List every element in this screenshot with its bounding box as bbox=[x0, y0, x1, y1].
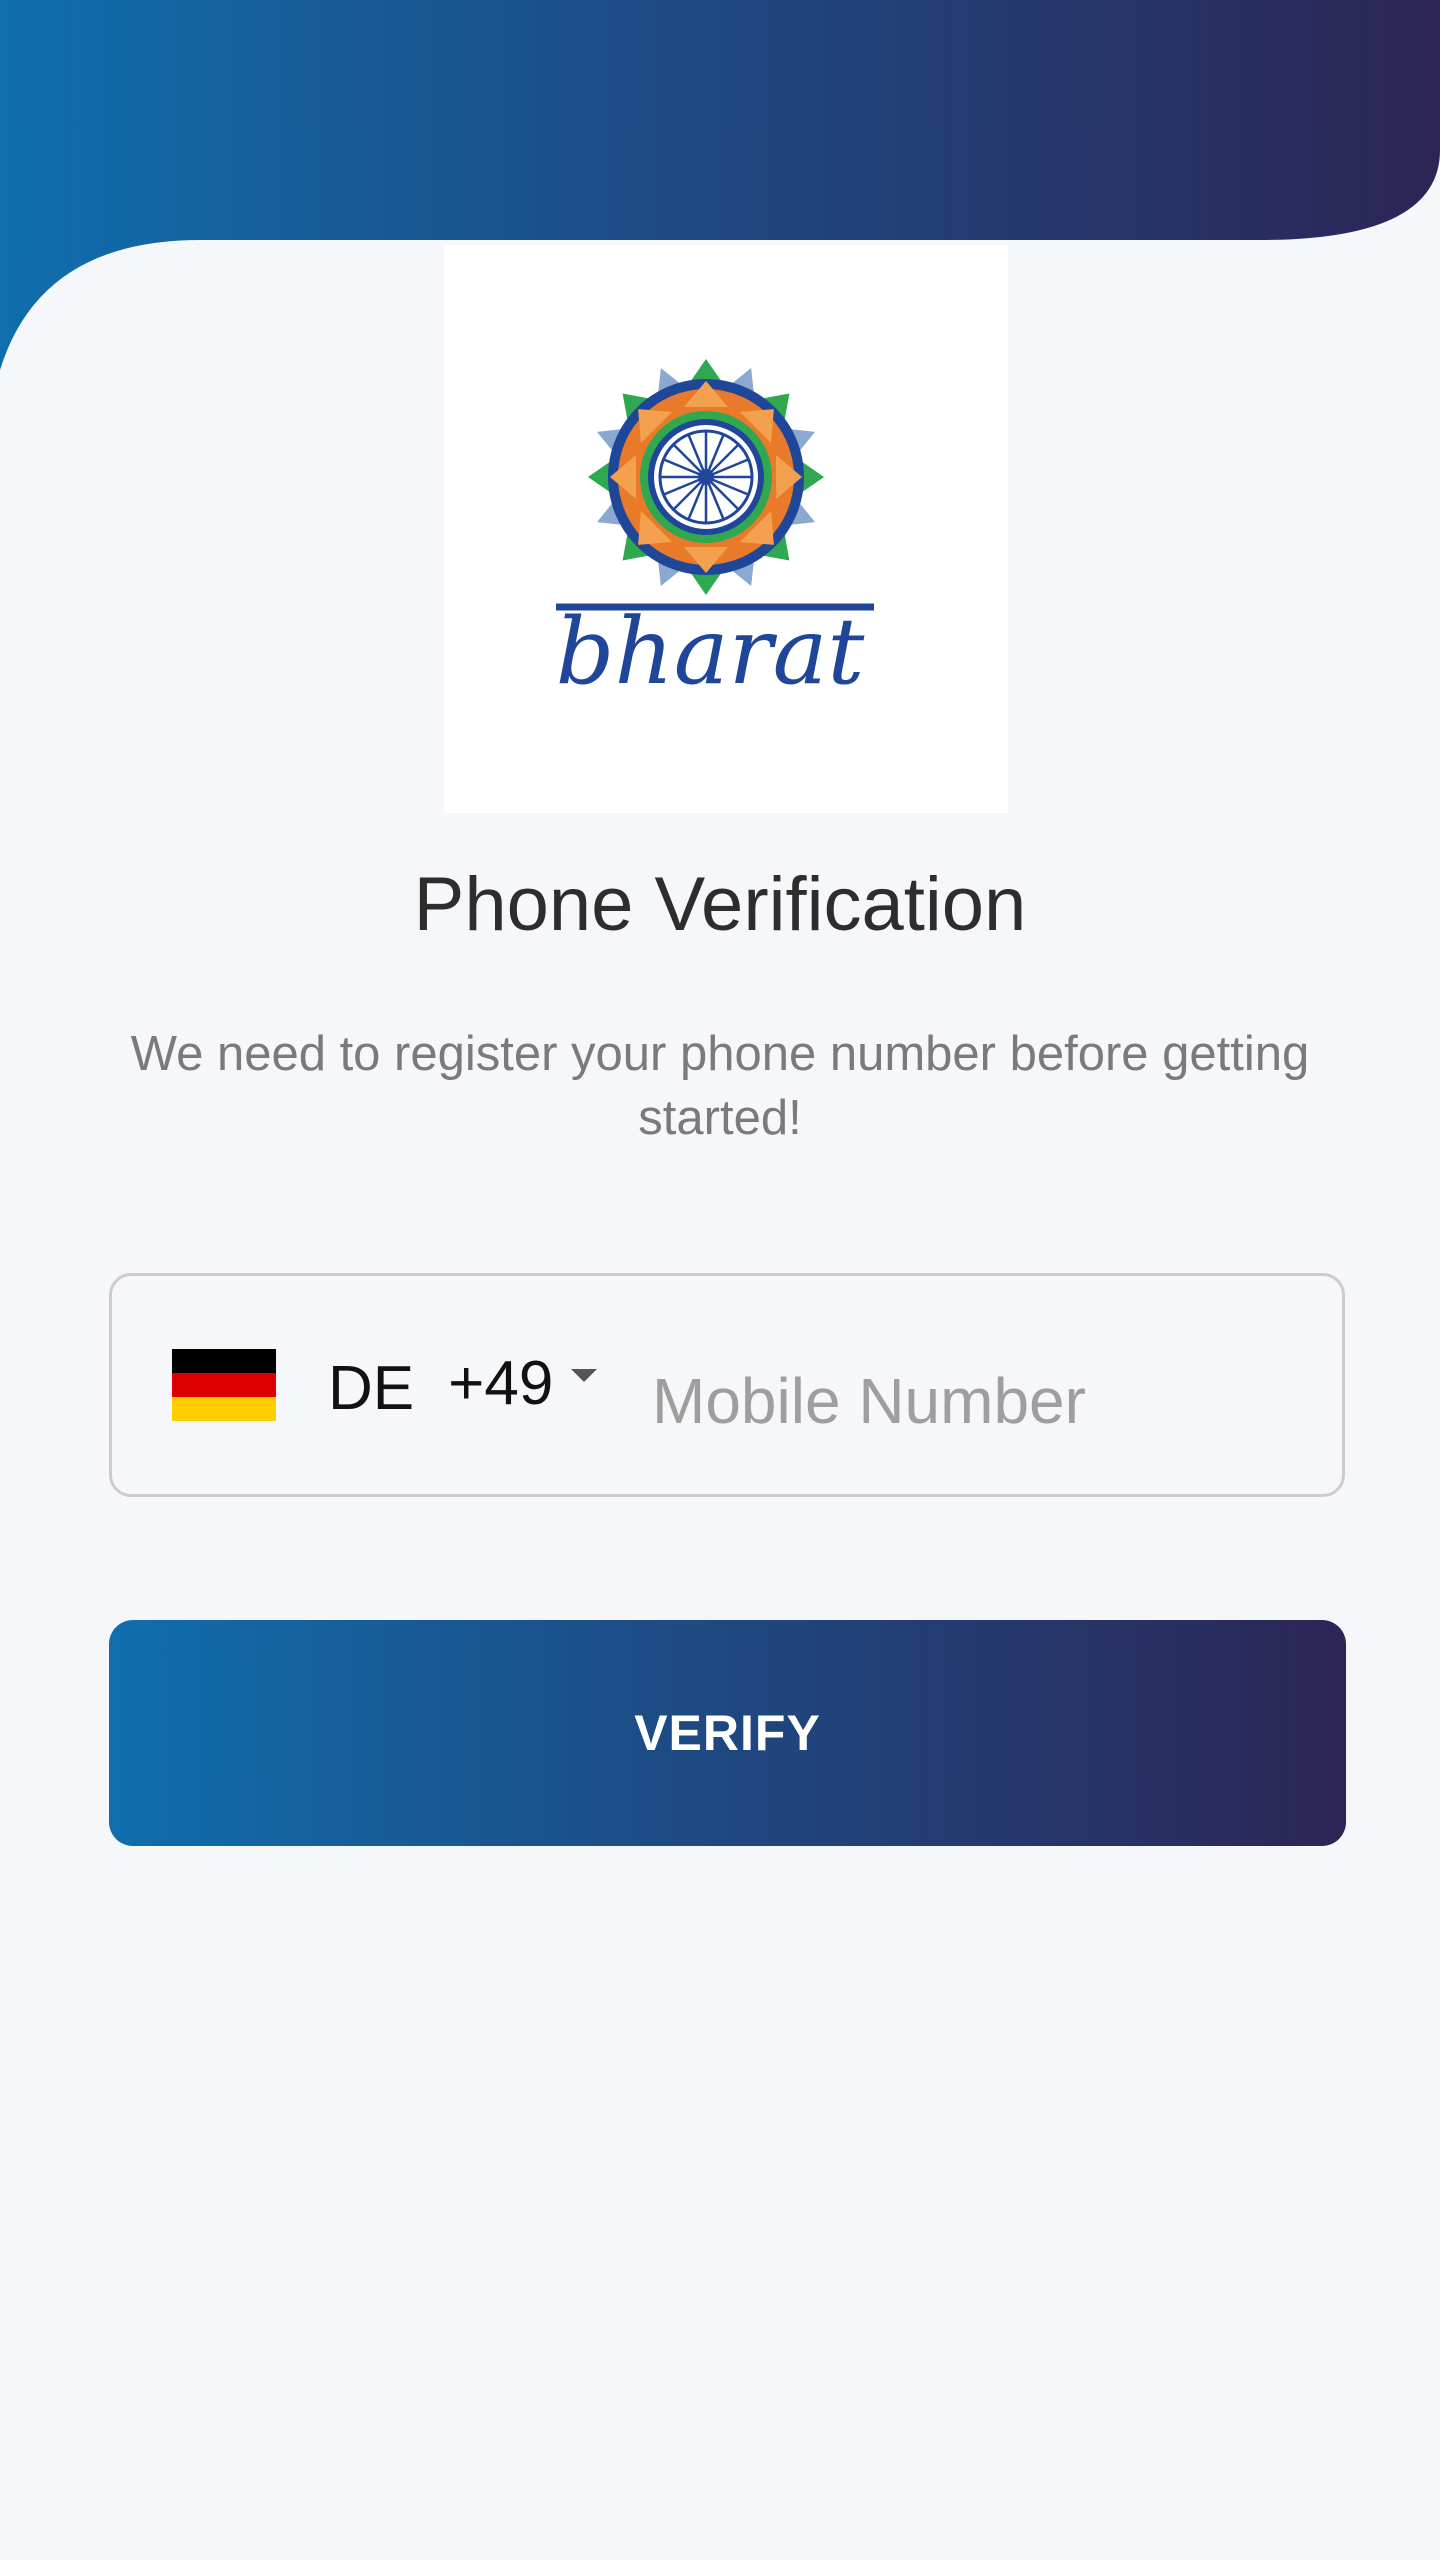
phone-number-field: DE +49 bbox=[109, 1273, 1345, 1497]
logo-wordmark: bharat bbox=[556, 598, 866, 705]
logo-card: bharat bbox=[444, 245, 1008, 813]
chevron-down-icon[interactable] bbox=[571, 1368, 598, 1382]
dial-code: +49 bbox=[448, 1348, 554, 1418]
bharat-logo: bharat bbox=[556, 359, 874, 705]
country-iso-code: DE bbox=[328, 1353, 415, 1423]
country-code-picker[interactable]: DE +49 bbox=[172, 1276, 598, 1494]
mobile-number-input[interactable] bbox=[652, 1346, 1302, 1456]
page-title: Phone Verification bbox=[413, 862, 1027, 947]
mandala-icon bbox=[588, 359, 824, 595]
page-subtitle: We need to register your phone number be… bbox=[130, 1027, 1310, 1145]
germany-flag-icon bbox=[172, 1349, 276, 1421]
verify-button[interactable]: VERIFY bbox=[109, 1620, 1346, 1846]
